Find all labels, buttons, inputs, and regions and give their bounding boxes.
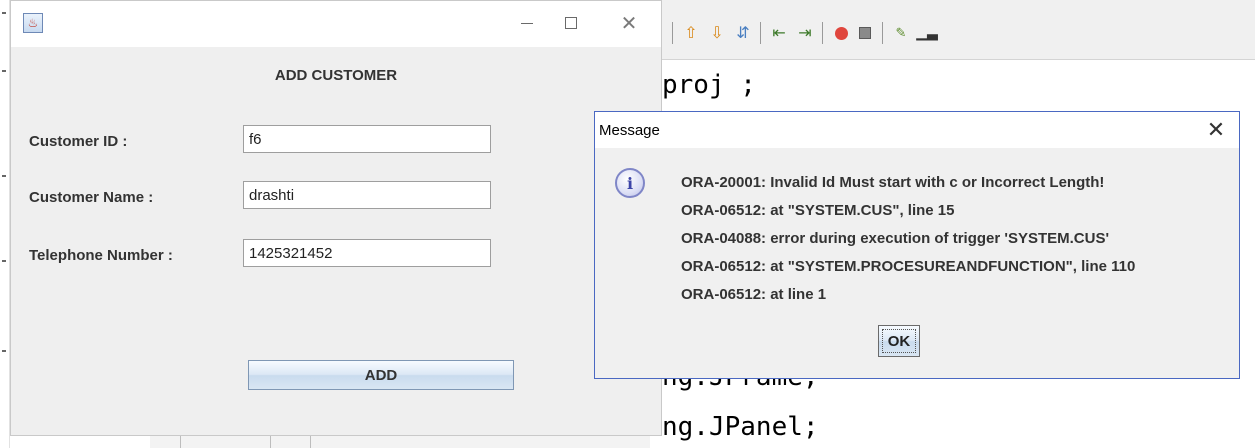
error-message-line: ORA-06512: at line 1 xyxy=(681,286,827,303)
up-arrow-icon[interactable]: ⇧ xyxy=(680,22,702,44)
toolbar-separator xyxy=(672,22,673,44)
java-app-icon[interactable]: ♨ xyxy=(23,13,43,33)
code-line[interactable]: proj ; xyxy=(662,70,756,100)
dialog-title-bar[interactable]: Message ✕ xyxy=(595,112,1239,148)
macro-icon[interactable]: ✎ xyxy=(890,22,912,44)
gutter-mark xyxy=(2,350,6,352)
window-title-bar[interactable]: ♨ ✕ xyxy=(11,1,661,47)
close-icon: ✕ xyxy=(1206,117,1226,143)
panel-divider xyxy=(270,434,271,448)
error-message-line: ORA-06512: at "SYSTEM.PROCESUREANDFUNCTI… xyxy=(681,258,1136,275)
toggle-icon[interactable]: ⇵ xyxy=(732,22,754,44)
minimize-icon xyxy=(521,22,533,24)
down-arrow-icon[interactable]: ⇩ xyxy=(706,22,728,44)
message-dialog: Message ✕ i ORA-20001: Invalid Id Must s… xyxy=(594,111,1240,379)
panel-divider xyxy=(310,434,311,448)
gutter-mark xyxy=(2,70,6,72)
maximize-button[interactable] xyxy=(551,9,591,37)
add-customer-window: ♨ ✕ ADD CUSTOMER Customer ID : Customer … xyxy=(10,0,662,436)
error-message-line: ORA-06512: at "SYSTEM.CUS", line 15 xyxy=(681,202,955,219)
add-button[interactable]: ADD xyxy=(248,360,514,390)
ide-toolbar: ⇧ ⇩ ⇵ ⇤ ⇥ ✎ ▁▃ xyxy=(640,0,1255,60)
maximize-icon xyxy=(565,17,577,29)
gutter-mark xyxy=(2,260,6,262)
toolbar-separator xyxy=(882,22,883,44)
telephone-number-input[interactable] xyxy=(243,239,491,267)
code-line[interactable]: ng.JPanel; xyxy=(662,412,819,442)
customer-id-label: Customer ID : xyxy=(29,133,128,150)
dialog-close-button[interactable]: ✕ xyxy=(1203,117,1229,143)
gutter-mark xyxy=(2,12,6,14)
shift-right-icon[interactable]: ⇥ xyxy=(794,22,816,44)
column-icon[interactable]: ▁▃ xyxy=(916,22,938,44)
toolbar-separator xyxy=(760,22,761,44)
error-message-line: ORA-04088: error during execution of tri… xyxy=(681,230,1110,247)
dialog-title: Message xyxy=(599,122,660,139)
record-icon[interactable] xyxy=(830,22,852,44)
minimize-button[interactable] xyxy=(507,9,547,37)
form-heading: ADD CUSTOMER xyxy=(274,67,398,84)
shift-left-icon[interactable]: ⇤ xyxy=(768,22,790,44)
telephone-number-label: Telephone Number : xyxy=(29,247,173,264)
toolbar-separator xyxy=(822,22,823,44)
close-icon: ✕ xyxy=(620,11,638,35)
ide-left-gutter xyxy=(0,0,10,448)
customer-name-label: Customer Name : xyxy=(29,189,154,206)
error-message-line: ORA-20001: Invalid Id Must start with c … xyxy=(681,174,1105,191)
customer-name-input[interactable] xyxy=(243,181,491,209)
close-button[interactable]: ✕ xyxy=(609,9,649,37)
customer-id-input[interactable] xyxy=(243,125,491,153)
gutter-mark xyxy=(2,175,6,177)
information-icon: i xyxy=(615,168,645,198)
ok-button[interactable]: OK xyxy=(878,325,920,357)
stop-icon[interactable] xyxy=(854,22,876,44)
panel-divider xyxy=(180,434,181,448)
